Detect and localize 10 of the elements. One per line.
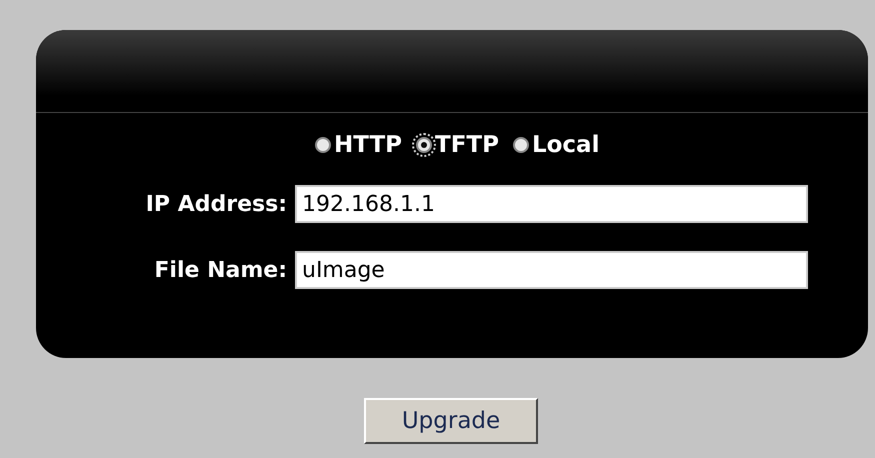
radio-icon[interactable] (315, 137, 331, 153)
input-field[interactable]: uImage (295, 251, 808, 289)
protocol-radio[interactable]: HTTP (314, 131, 404, 159)
field-label: File Name: (153, 258, 288, 282)
radio-icon[interactable] (512, 137, 529, 153)
input-field[interactable]: 192.168.1.1 (295, 185, 808, 223)
protocol-radio[interactable]: TFTP (415, 131, 500, 159)
field-label: IP Address: (144, 192, 288, 216)
upgrade-button[interactable]: Upgrade (364, 398, 538, 444)
protocol-radio[interactable]: Local (512, 131, 600, 159)
